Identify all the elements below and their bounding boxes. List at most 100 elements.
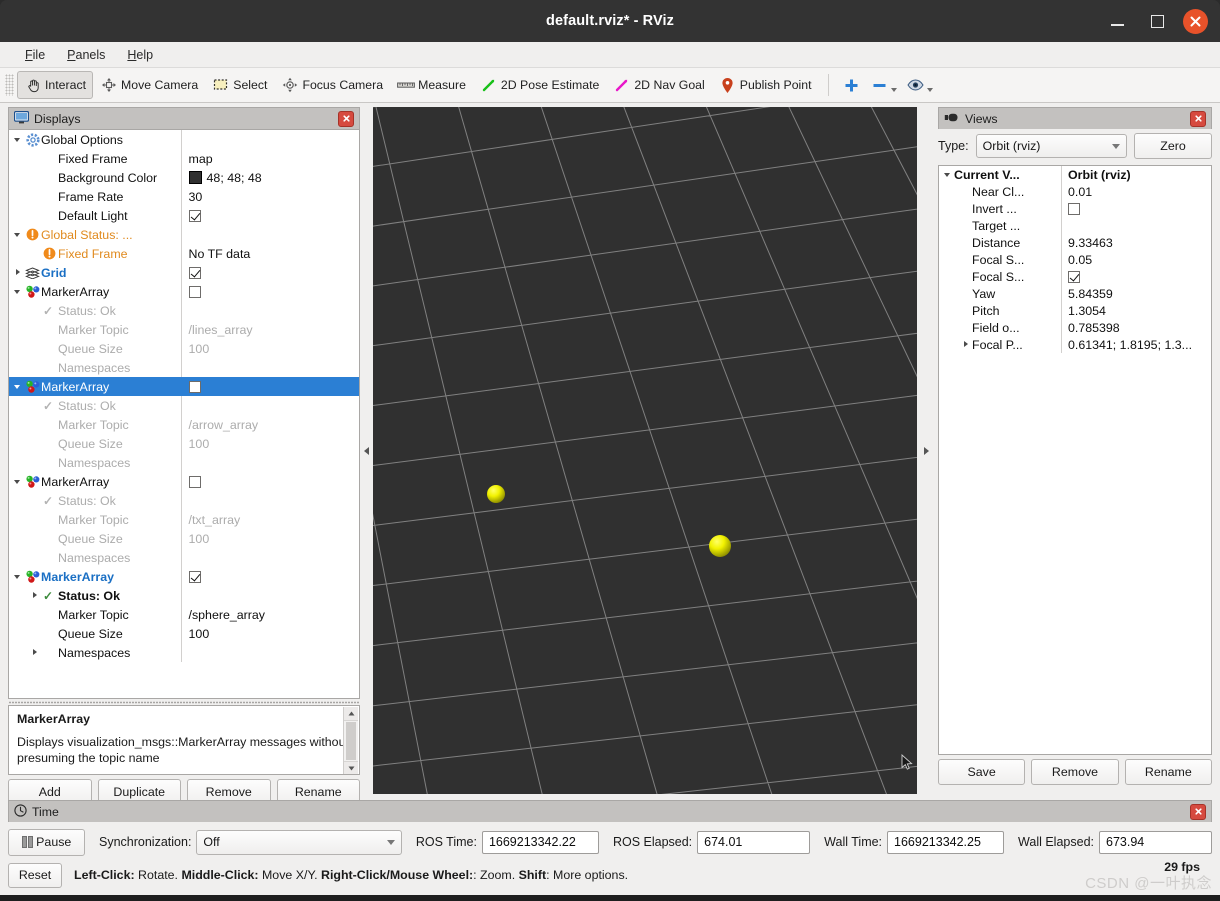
synchronization-dropdown[interactable]: Off [196, 829, 402, 855]
visibility-checkbox[interactable] [188, 285, 201, 298]
display-row[interactable]: Marker Topic/sphere_array [9, 605, 359, 624]
collapse-right-icon[interactable] [923, 446, 929, 455]
add-tool-button[interactable] [838, 72, 866, 98]
view-property-row[interactable]: Target ... [939, 217, 1211, 234]
save-view-button[interactable]: Save [938, 759, 1026, 785]
tool-move-camera[interactable]: Move Camera [93, 71, 205, 99]
views-tree[interactable]: Current V... Orbit (rviz) Near Cl... 0.01 In… [938, 165, 1212, 755]
ros-elapsed-input[interactable]: 674.01 [697, 830, 811, 854]
scroll-down-icon[interactable] [344, 761, 358, 774]
display-row[interactable]: Frame Rate 30 [9, 187, 359, 206]
display-row[interactable]: Namespaces [9, 643, 359, 662]
sphere-marker[interactable] [709, 535, 731, 557]
visibility-checkbox[interactable] [188, 475, 201, 488]
display-row-value-cell[interactable]: 100 [180, 624, 359, 643]
view-property-row[interactable]: Pitch 1.3054 [939, 302, 1211, 319]
display-row-value-cell[interactable]: No TF data [180, 244, 359, 263]
maximize-button[interactable] [1144, 8, 1170, 34]
view-property-value-cell[interactable]: 5.84359 [1061, 285, 1211, 302]
display-row-value-cell[interactable]: /txt_array [180, 510, 359, 529]
display-row-value-cell[interactable] [180, 491, 359, 510]
expand-arrow-icon[interactable] [13, 571, 24, 582]
collapse-arrow-icon[interactable] [30, 647, 41, 658]
view-property-value-cell[interactable]: 0.05 [1061, 251, 1211, 268]
display-row[interactable]: Queue Size 100 [9, 529, 359, 548]
view-property-row[interactable]: Focal P... 0.61341; 1.8195; 1.3... [939, 336, 1211, 353]
display-row-value-cell[interactable] [180, 472, 360, 491]
render-viewport[interactable] [373, 107, 917, 794]
display-row[interactable]: MarkerArray [9, 472, 359, 491]
display-row-value-cell[interactable]: 100 [180, 529, 359, 548]
views-close-button[interactable] [1190, 110, 1206, 127]
display-row[interactable]: ✓ Status: Ok [9, 491, 359, 510]
display-row-value-cell[interactable] [180, 358, 359, 377]
display-row[interactable]: Namespaces [9, 453, 359, 472]
display-row[interactable]: Marker Topic/lines_array [9, 320, 359, 339]
view-property-row[interactable]: Yaw 5.84359 [939, 285, 1211, 302]
view-property-row[interactable]: Focal S... 0.05 [939, 251, 1211, 268]
display-row[interactable]: Queue Size 100 [9, 434, 359, 453]
display-row[interactable]: MarkerArray [9, 377, 359, 396]
display-row-value-cell[interactable] [180, 586, 359, 605]
expand-arrow-icon[interactable] [943, 169, 954, 180]
expand-arrow-icon[interactable] [13, 286, 24, 297]
visibility-tool-button[interactable] [902, 72, 938, 98]
display-row[interactable]: Queue Size 100 [9, 339, 359, 358]
display-row-value-cell[interactable] [180, 130, 360, 149]
expand-arrow-icon[interactable] [13, 229, 24, 240]
wall-time-input[interactable]: 1669213342.25 [887, 830, 1005, 854]
display-row-value-cell[interactable]: 100 [180, 434, 359, 453]
tool-2d-pose-estimate[interactable]: 2D Pose Estimate [473, 71, 606, 99]
toolbar-grip[interactable] [5, 74, 14, 96]
displays-tree[interactable]: Global Options Fixed Frame map Background C… [8, 129, 360, 699]
menu-file[interactable]: File [14, 45, 56, 65]
reset-button[interactable]: Reset [8, 862, 62, 888]
display-row-value-cell[interactable] [180, 263, 360, 282]
sphere-marker[interactable] [487, 485, 505, 503]
display-row-value-cell[interactable]: /sphere_array [180, 605, 359, 624]
display-row[interactable]: Namespaces [9, 548, 359, 567]
display-row-value-cell[interactable] [180, 396, 359, 415]
view-type-dropdown[interactable]: Orbit (rviz) [975, 134, 1127, 158]
display-row[interactable]: Global Options [9, 130, 359, 149]
chevron-down-icon[interactable] [890, 88, 897, 92]
menu-panels[interactable]: Panels [56, 45, 116, 65]
view-property-row[interactable]: Focal S... [939, 268, 1211, 285]
display-row[interactable]: Namespaces [9, 358, 359, 377]
view-property-value-cell[interactable] [1061, 268, 1211, 285]
display-row[interactable]: MarkerArray [9, 282, 359, 301]
view-property-row[interactable]: Current V... Orbit (rviz) [939, 166, 1211, 183]
color-swatch[interactable] [188, 171, 202, 184]
right-splitter[interactable] [917, 107, 935, 794]
minimize-button[interactable] [1105, 8, 1131, 34]
tool-publish-point[interactable]: Publish Point [712, 71, 819, 99]
display-row-value-cell[interactable]: 48; 48; 48 [180, 168, 359, 187]
tool-focus-camera[interactable]: Focus Camera [274, 71, 390, 99]
visibility-checkbox[interactable] [188, 570, 201, 583]
view-property-value-cell[interactable]: 0.61341; 1.8195; 1.3... [1061, 336, 1211, 353]
scroll-up-icon[interactable] [344, 707, 358, 721]
view-property-value-cell[interactable]: 0.785398 [1061, 319, 1211, 336]
display-row-value-cell[interactable] [180, 548, 359, 567]
display-row-value-cell[interactable] [180, 453, 359, 472]
display-row[interactable]: ✓ Status: Ok [9, 586, 359, 605]
collapse-left-icon[interactable] [364, 446, 369, 455]
visibility-checkbox[interactable] [188, 209, 201, 222]
display-row[interactable]: Default Light [9, 206, 359, 225]
display-row-value-cell[interactable]: 100 [180, 339, 359, 358]
left-splitter[interactable] [360, 107, 373, 794]
view-property-value-cell[interactable]: 9.33463 [1061, 234, 1211, 251]
display-row-value-cell[interactable] [180, 643, 359, 662]
collapse-arrow-icon[interactable] [13, 267, 24, 278]
view-property-value-cell[interactable]: 0.01 [1061, 183, 1211, 200]
display-row-value-cell[interactable] [180, 377, 360, 396]
rename-view-button[interactable]: Rename [1124, 759, 1212, 785]
ros-time-input[interactable]: 1669213342.22 [481, 830, 599, 854]
display-row[interactable]: Grid [9, 263, 359, 282]
menu-help[interactable]: Help [116, 45, 164, 65]
display-row[interactable]: ✓ Status: Ok [9, 396, 359, 415]
remove-view-button[interactable]: Remove [1031, 759, 1119, 785]
display-row-value-cell[interactable] [180, 206, 359, 225]
display-row-value-cell[interactable] [180, 567, 360, 586]
zero-view-button[interactable]: Zero [1134, 133, 1212, 159]
